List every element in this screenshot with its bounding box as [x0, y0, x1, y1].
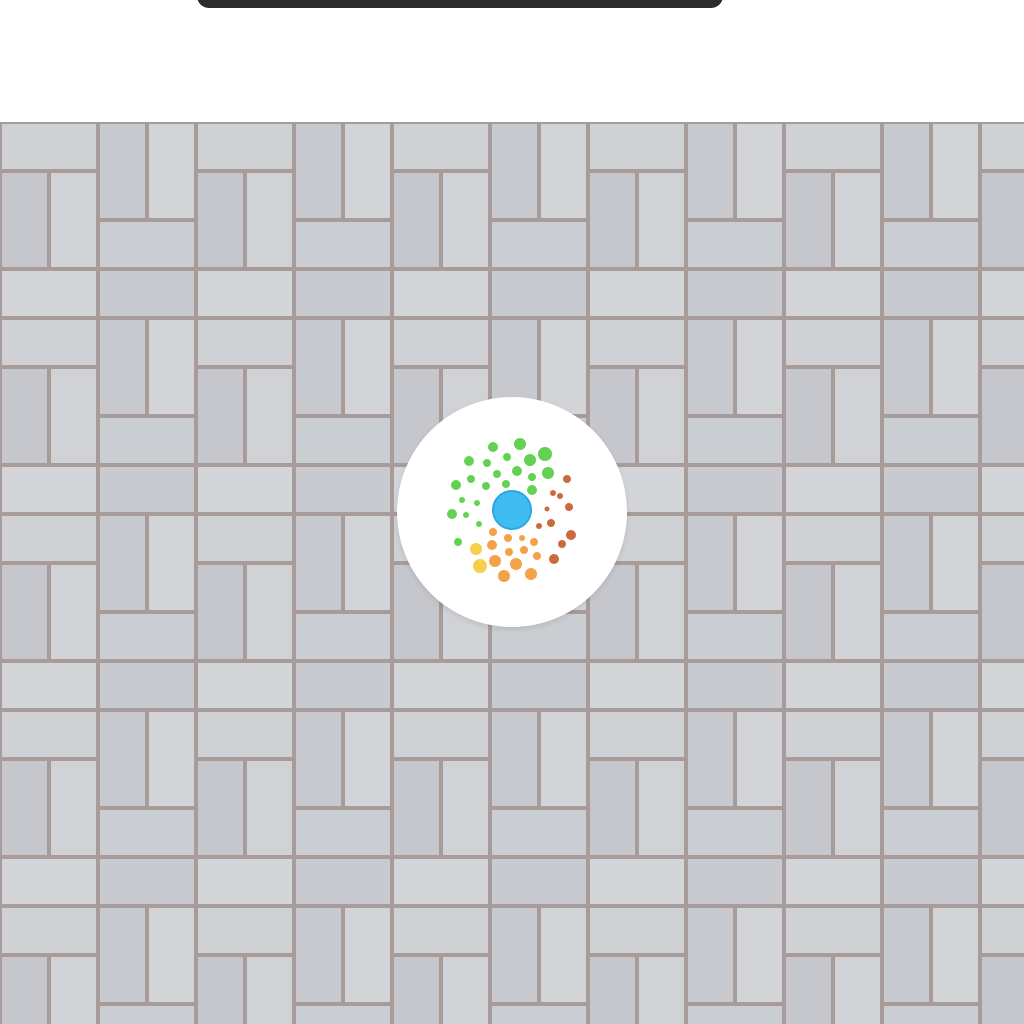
top-notch — [197, 0, 723, 8]
app-icon[interactable] — [397, 397, 627, 627]
top-bar — [0, 0, 1024, 122]
home-screen — [0, 0, 1024, 1024]
dot-burst-icon — [447, 438, 576, 582]
